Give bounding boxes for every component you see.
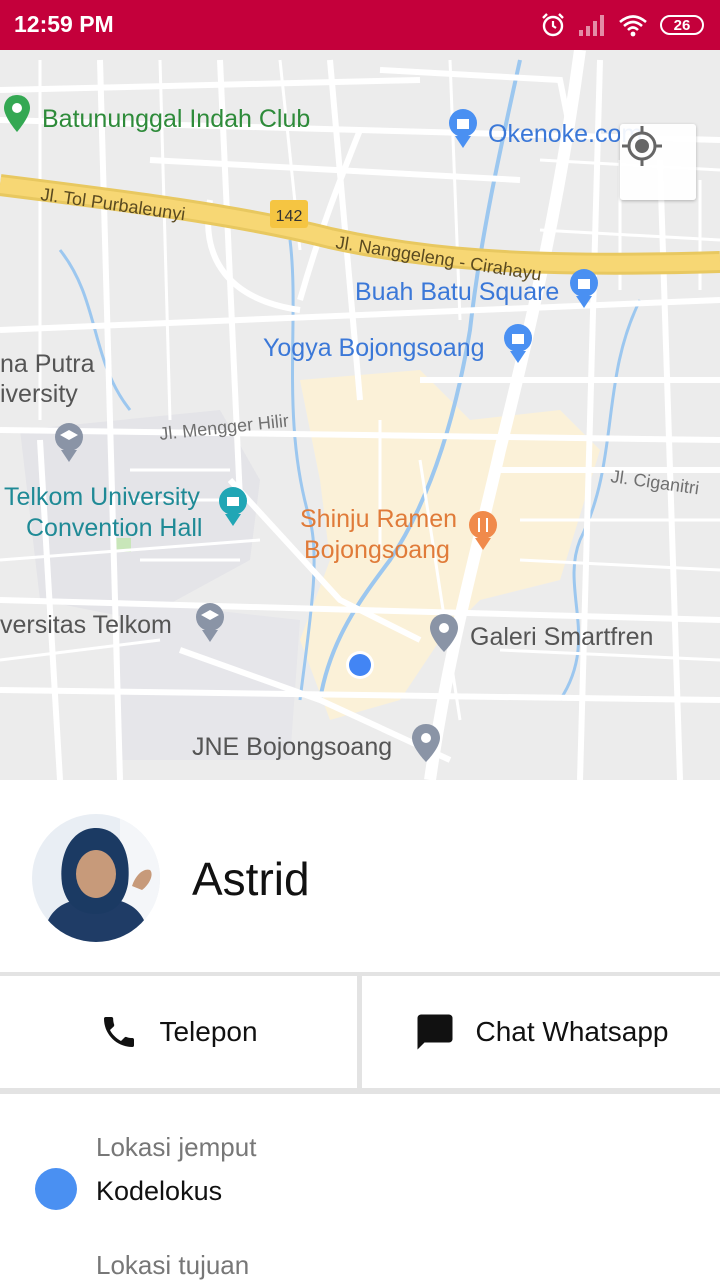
- place-label-batununggal: Batununggal Indah Club: [42, 105, 310, 133]
- alarm-icon: [542, 13, 564, 37]
- pickup-value[interactable]: Kodelokus: [96, 1176, 222, 1207]
- status-icons: 26: [540, 10, 704, 40]
- pickup-label: Lokasi jemput: [96, 1132, 257, 1162]
- phone-icon: [104, 1017, 135, 1047]
- avatar[interactable]: [32, 814, 160, 942]
- chat-icon: [417, 1014, 452, 1050]
- place-label-buah-batu: Buah Batu Square: [355, 278, 559, 306]
- place-label-putra-university-line1: na Putra: [0, 350, 95, 378]
- pickup-dot-icon: [35, 1168, 77, 1210]
- battery-indicator: 26: [660, 15, 704, 35]
- signal-icon: [579, 15, 604, 36]
- driver-profile: Astrid: [0, 780, 720, 972]
- status-time: 12:59 PM: [14, 11, 114, 37]
- map-view[interactable]: 142 Jl. Tol Purbaleunyi Jl. Nanggeleng -…: [0, 50, 720, 780]
- destination-label: Lokasi tujuan: [96, 1250, 250, 1280]
- crosshair-icon: [622, 126, 662, 166]
- place-label-shinju-line1: Shinju Ramen: [300, 505, 457, 533]
- status-bar: 12:59 PM 26: [0, 0, 720, 50]
- whatsapp-chat-button[interactable]: Chat Whatsapp: [362, 976, 720, 1088]
- my-location-button[interactable]: [620, 124, 696, 200]
- place-label-telkom-convention-line1: Telkom University: [4, 483, 200, 511]
- place-label-jne: JNE Bojongsoang: [192, 733, 392, 761]
- place-label-galeri-smartfren: Galeri Smartfren: [470, 623, 653, 651]
- call-label: Telepon: [159, 1016, 258, 1047]
- map-canvas: 142 Jl. Tol Purbaleunyi Jl. Nanggeleng -…: [0, 50, 720, 780]
- whatsapp-label: Chat Whatsapp: [475, 1016, 669, 1047]
- route-shield-142: 142: [276, 208, 303, 225]
- current-location-dot: [349, 654, 371, 676]
- avatar-image: [32, 814, 160, 942]
- place-label-telkom-convention-line2: Convention Hall: [26, 514, 203, 542]
- place-label-universitas-telkom: versitas Telkom: [0, 611, 172, 639]
- place-label-yogya: Yogya Bojongsoang: [263, 334, 485, 362]
- wifi-icon: [619, 15, 647, 37]
- contact-actions: Telepon Chat Whatsapp: [0, 972, 720, 1090]
- driver-name: Astrid: [192, 853, 310, 905]
- call-button[interactable]: Telepon: [0, 976, 357, 1088]
- place-label-putra-university-line2: iversity: [0, 380, 78, 408]
- place-label-shinju-line2: Bojongsoang: [304, 536, 450, 564]
- trip-locations: Lokasi jemput Kodelokus Lokasi tujuan: [0, 1090, 720, 1280]
